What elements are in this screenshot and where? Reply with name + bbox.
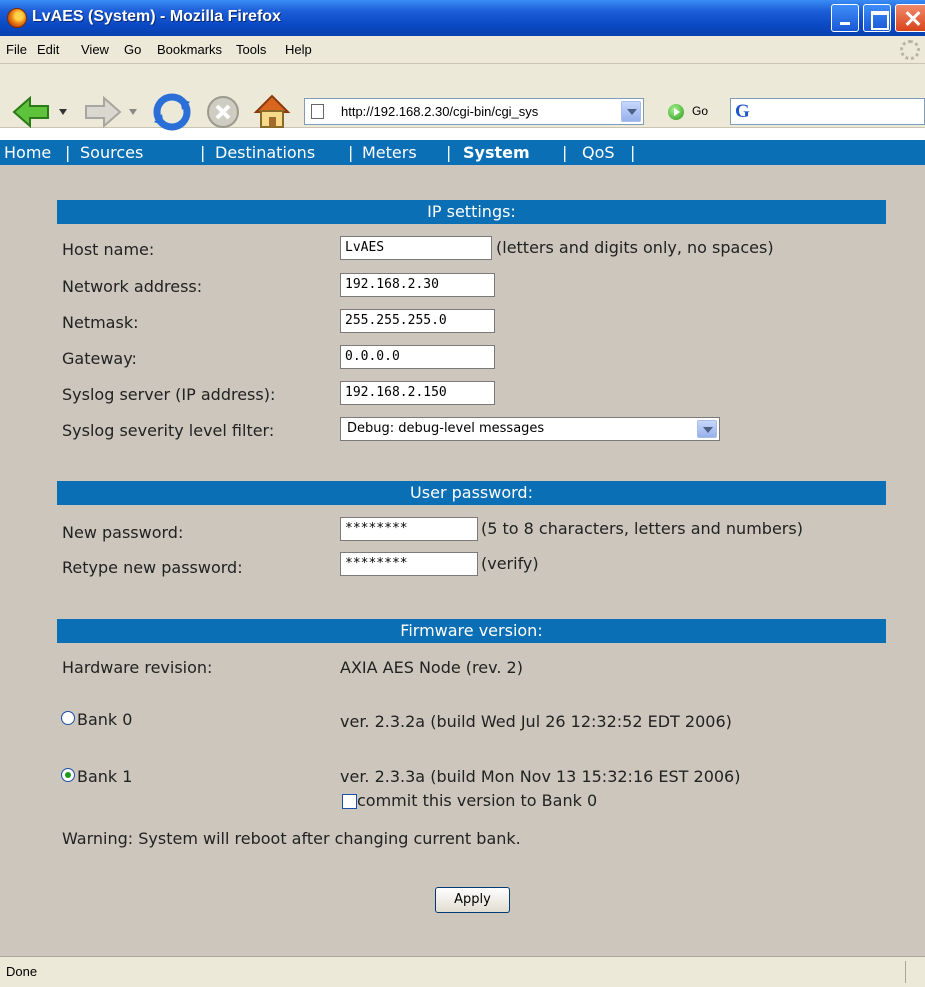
- network-address-label: Network address:: [62, 277, 203, 296]
- menu-bar: File Edit View Go Bookmarks Tools Help: [0, 36, 925, 64]
- nav-sep: |: [65, 143, 71, 162]
- bank-0-radio[interactable]: [61, 711, 75, 725]
- back-arrow-icon[interactable]: [10, 94, 54, 130]
- search-box[interactable]: G: [730, 98, 925, 125]
- retype-password-label: Retype new password:: [62, 558, 243, 577]
- menu-go[interactable]: Go: [124, 42, 141, 57]
- status-text: Done: [6, 964, 38, 979]
- bank-1-label[interactable]: Bank 1: [77, 767, 132, 786]
- new-password-hint: (5 to 8 characters, letters and numbers): [481, 519, 803, 538]
- nav-sep: |: [630, 143, 636, 162]
- menu-tools[interactable]: Tools: [236, 42, 266, 57]
- maximize-button[interactable]: [863, 4, 891, 32]
- reload-icon[interactable]: [152, 92, 192, 132]
- address-bar[interactable]: http://192.168.2.30/cgi-bin/cgi_sys: [304, 98, 644, 125]
- menu-bookmarks[interactable]: Bookmarks: [157, 42, 222, 57]
- user-password-header: User password:: [57, 481, 886, 505]
- menu-edit[interactable]: Edit: [37, 42, 59, 57]
- go-icon[interactable]: [668, 104, 684, 120]
- nav-destinations[interactable]: Destinations: [215, 143, 315, 162]
- netmask-input[interactable]: 255.255.255.0: [340, 309, 495, 333]
- url-text[interactable]: http://192.168.2.30/cgi-bin/cgi_sys: [341, 104, 538, 119]
- host-name-hint: (letters and digits only, no spaces): [496, 238, 774, 257]
- page-icon: [311, 104, 324, 119]
- menu-view[interactable]: View: [81, 42, 109, 57]
- bank-1-version: ver. 2.3.3a (build Mon Nov 13 15:32:16 E…: [340, 767, 741, 786]
- hardware-revision-label: Hardware revision:: [62, 658, 213, 677]
- gateway-label: Gateway:: [62, 349, 137, 368]
- forward-dropdown-icon[interactable]: [128, 108, 138, 116]
- firmware-version-header: Firmware version:: [57, 619, 886, 643]
- syslog-severity-select[interactable]: Debug: debug-level messages: [340, 417, 720, 441]
- go-button[interactable]: Go: [692, 104, 708, 118]
- nav-sep: |: [348, 143, 354, 162]
- nav-sources[interactable]: Sources: [80, 143, 143, 162]
- menu-help[interactable]: Help: [285, 42, 312, 57]
- syslog-severity-value: Debug: debug-level messages: [347, 421, 545, 436]
- host-name-label: Host name:: [62, 240, 155, 259]
- gateway-input[interactable]: 0.0.0.0: [340, 345, 495, 369]
- hardware-revision-value: AXIA AES Node (rev. 2): [340, 658, 523, 677]
- nav-system[interactable]: System: [463, 143, 530, 162]
- site-nav: Home | Sources | Destinations | Meters |…: [0, 140, 925, 165]
- bank-0-version: ver. 2.3.2a (build Wed Jul 26 12:32:52 E…: [340, 712, 732, 731]
- window-title: LvAES (System) - Mozilla Firefox: [32, 8, 281, 25]
- back-dropdown-icon[interactable]: [58, 108, 68, 116]
- status-bar: Done: [0, 956, 925, 987]
- nav-qos[interactable]: QoS: [582, 143, 615, 162]
- new-password-input[interactable]: ********: [340, 517, 478, 541]
- status-divider: [905, 961, 906, 983]
- menu-file[interactable]: File: [6, 42, 27, 57]
- new-password-label: New password:: [62, 523, 184, 542]
- throbber-icon: [900, 40, 920, 60]
- reboot-warning: Warning: System will reboot after changi…: [62, 829, 521, 848]
- bank-1-radio[interactable]: [61, 768, 75, 782]
- minimize-button[interactable]: [831, 4, 859, 32]
- nav-meters[interactable]: Meters: [362, 143, 417, 162]
- title-bar[interactable]: LvAES (System) - Mozilla Firefox: [0, 0, 925, 36]
- forward-arrow-icon[interactable]: [80, 94, 124, 130]
- syslog-server-input[interactable]: 192.168.2.150: [340, 381, 495, 405]
- nav-home[interactable]: Home: [4, 143, 51, 162]
- firefox-logo-icon: [7, 8, 27, 28]
- syslog-server-label: Syslog server (IP address):: [62, 385, 276, 404]
- commit-label[interactable]: commit this version to Bank 0: [357, 791, 597, 810]
- browser-window: LvAES (System) - Mozilla Firefox File Ed…: [0, 0, 925, 987]
- nav-sep: |: [562, 143, 568, 162]
- bank-0-label[interactable]: Bank 0: [77, 710, 132, 729]
- close-button[interactable]: [895, 4, 925, 32]
- retype-password-input[interactable]: ********: [340, 552, 478, 576]
- chevron-down-icon[interactable]: [697, 420, 717, 438]
- ip-settings-header: IP settings:: [57, 200, 886, 224]
- apply-button[interactable]: Apply: [435, 887, 510, 913]
- retype-password-hint: (verify): [481, 554, 539, 573]
- url-dropdown-button[interactable]: [621, 101, 641, 122]
- home-icon[interactable]: [252, 92, 292, 130]
- nav-sep: |: [446, 143, 452, 162]
- netmask-label: Netmask:: [62, 313, 139, 332]
- stop-icon[interactable]: [205, 94, 241, 130]
- nav-sep: |: [200, 143, 206, 162]
- syslog-severity-label: Syslog severity level filter:: [62, 421, 275, 440]
- host-name-input[interactable]: LvAES: [340, 236, 492, 260]
- google-icon[interactable]: G: [735, 101, 750, 123]
- network-address-input[interactable]: 192.168.2.30: [340, 273, 495, 297]
- commit-checkbox[interactable]: [342, 794, 357, 809]
